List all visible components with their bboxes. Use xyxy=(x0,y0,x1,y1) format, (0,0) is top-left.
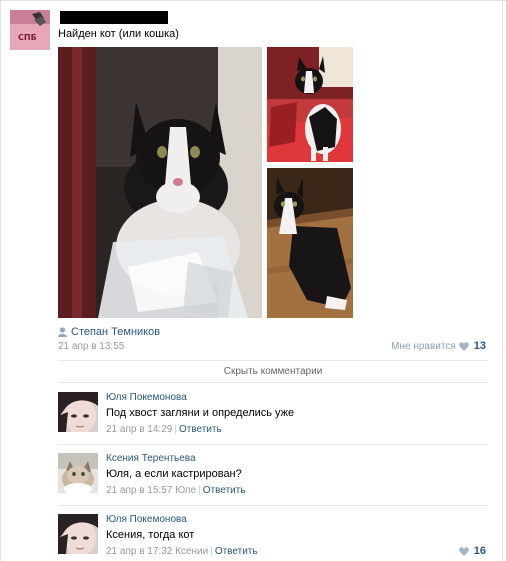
comment: Юля Покемонова Ксения, тогда кот 21 апр … xyxy=(58,514,488,561)
group-avatar-text: СПБ xyxy=(18,33,37,42)
divider xyxy=(58,360,488,361)
meta-separator: | xyxy=(198,485,201,496)
comment: Ксения Терентьева Юля, а если кастрирова… xyxy=(58,453,488,503)
post-like-button[interactable]: Мне нравится 13 xyxy=(391,340,486,352)
page-border-top xyxy=(0,0,506,1)
comment-like-button[interactable]: 16 xyxy=(458,545,486,557)
comment-text: Юля, а если кастрирован? xyxy=(106,468,242,480)
page-border-left xyxy=(0,0,1,561)
post-author-name[interactable]: Степан Темников xyxy=(71,326,160,338)
comment-meta: 21 апр в 14:29 | Ответить xyxy=(106,424,222,435)
comment-meta: 21 апр в 17:32 Ксении | Ответить xyxy=(106,546,258,557)
reply-button[interactable]: Ответить xyxy=(179,424,222,435)
post-text: Найден кот (или кошка) xyxy=(58,28,179,40)
comment-like-count: 16 xyxy=(473,545,486,557)
reply-button[interactable]: Ответить xyxy=(203,485,246,496)
avatar[interactable] xyxy=(58,514,98,554)
comment-text: Под хвост загляни и определись уже xyxy=(106,407,295,419)
comment-meta: 21 апр в 15:57 Юле | Ответить xyxy=(106,485,246,496)
hide-comments-link[interactable]: Скрыть комментарии xyxy=(58,366,488,377)
meta-separator: | xyxy=(210,546,213,557)
redacted-group-name xyxy=(60,11,168,24)
comment-date[interactable]: 21 апр в 14:29 xyxy=(106,424,172,435)
post-date[interactable]: 21 апр в 13:55 xyxy=(58,341,124,352)
meta-separator: | xyxy=(174,424,177,435)
avatar[interactable] xyxy=(58,392,98,432)
divider xyxy=(58,444,488,445)
post-like-count: 13 xyxy=(473,340,486,352)
post-photo-top-right[interactable] xyxy=(267,47,353,162)
comment: Юля Покемонова Под хвост загляни и опред… xyxy=(58,392,488,442)
comment-author[interactable]: Ксения Терентьева xyxy=(106,453,196,464)
comment-date[interactable]: 21 апр в 15:57 xyxy=(106,485,172,496)
person-icon xyxy=(58,327,67,337)
page-border-right xyxy=(502,0,503,561)
post-photo-bottom-right[interactable] xyxy=(267,168,353,318)
heart-icon xyxy=(458,341,469,351)
avatar[interactable] xyxy=(58,453,98,493)
reply-button[interactable]: Ответить xyxy=(215,546,258,557)
comment-author[interactable]: Юля Покемонова xyxy=(106,392,187,403)
reply-to[interactable]: Ксении xyxy=(175,546,208,557)
heart-icon xyxy=(458,546,469,556)
comment-text: Ксения, тогда кот xyxy=(106,529,195,541)
post-author[interactable]: Степан Темников xyxy=(58,326,160,338)
reply-to[interactable]: Юле xyxy=(175,485,196,496)
group-avatar[interactable]: СПБ xyxy=(10,10,50,50)
comment-author[interactable]: Юля Покемонова xyxy=(106,514,187,525)
comment-date[interactable]: 21 апр в 17:32 xyxy=(106,546,172,557)
divider xyxy=(58,505,488,506)
post-like-label: Мне нравится xyxy=(391,340,456,352)
divider xyxy=(58,382,488,383)
post-photo-main[interactable] xyxy=(58,47,262,318)
